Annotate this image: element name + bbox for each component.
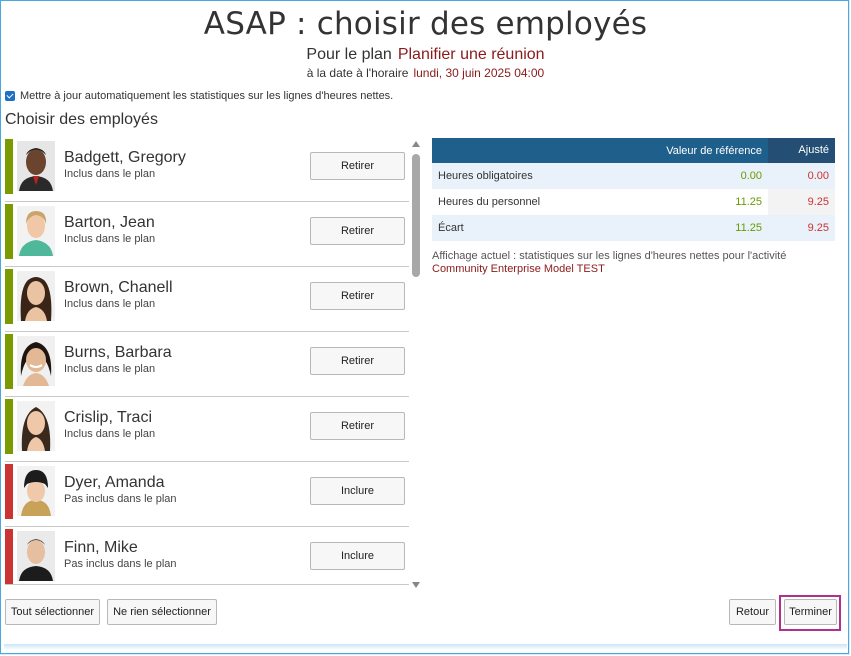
employee-row: Brown, Chanell Inclus dans le plan Retir… [5,267,409,332]
remove-button[interactable]: Retirer [310,282,405,310]
remove-button[interactable]: Retirer [310,152,405,180]
remove-button[interactable]: Retirer [310,412,405,440]
stat-adjusted: 9.25 [768,189,835,215]
list-scrollbar[interactable] [411,141,421,588]
stat-reference: 11.25 [735,196,762,208]
status-indicator [5,399,13,454]
include-button[interactable]: Inclure [310,477,405,505]
employee-row: Dyer, Amanda Pas inclus dans le plan Inc… [5,462,409,527]
employee-name: Barton, Jean [64,214,155,231]
plan-prefix: Pour le plan [306,46,392,63]
bottom-shadow [4,644,847,650]
avatar [17,401,55,451]
plan-line: Pour le plan Planifier une réunion [0,46,851,64]
employee-name: Dyer, Amanda [64,474,165,491]
employee-list: Badgett, Gregory Inclus dans le plan Ret… [5,137,409,585]
stats-row: Écart 11.25 9.25 [432,215,835,241]
select-all-button[interactable]: Tout sélectionner [5,599,100,625]
date-value: lundi, 30 juin 2025 04:00 [413,66,545,80]
stat-adjusted: 0.00 [768,163,835,189]
header-adjusted: Ajusté [768,138,835,163]
remove-button[interactable]: Retirer [310,217,405,245]
include-button[interactable]: Inclure [310,542,405,570]
avatar [17,466,55,516]
statistics-panel: Valeur de référence Ajusté Heures obliga… [432,138,835,276]
employee-status: Inclus dans le plan [64,233,156,245]
avatar [17,206,55,256]
stat-label: Écart [438,222,464,234]
statistics-header: Valeur de référence Ajusté [432,138,835,163]
status-indicator [5,139,13,194]
stat-reference: 11.25 [735,222,762,234]
avatar [17,531,55,581]
plan-name: Planifier une réunion [397,46,545,63]
stat-label: Heures obligatoires [438,170,533,182]
employee-row: Barton, Jean Inclus dans le plan Retirer [5,202,409,267]
status-indicator [5,334,13,389]
finish-highlight [779,595,841,631]
date-line: à la date à l'horaire lundi, 30 juin 2025… [0,66,851,80]
employee-status: Pas inclus dans le plan [64,493,177,505]
scroll-thumb[interactable] [412,154,420,277]
employee-status: Pas inclus dans le plan [64,558,177,570]
auto-update-row: Mettre à jour automatiquement les statis… [5,90,393,102]
employee-name: Crislip, Traci [64,409,153,426]
back-button[interactable]: Retour [729,599,776,625]
header-reference: Valeur de référence [666,144,762,157]
employee-row: Finn, Mike Pas inclus dans le plan Inclu… [5,527,409,584]
section-title: Choisir des employés [5,111,158,128]
employee-status: Inclus dans le plan [64,168,156,180]
employee-name: Burns, Barbara [64,344,172,361]
auto-update-label: Mettre à jour automatiquement les statis… [20,90,394,102]
page-title: ASAP : choisir des employés [203,6,648,42]
employee-name: Finn, Mike [64,539,138,556]
stat-adjusted: 9.25 [768,215,835,241]
employee-name: Badgett, Gregory [64,149,186,166]
stats-row: Heures obligatoires 0.00 0.00 [432,163,835,189]
remove-button[interactable]: Retirer [310,347,405,375]
note-prefix: Affichage actuel : statistiques sur les … [432,250,787,262]
auto-update-checkbox[interactable] [5,91,15,101]
employee-row: Badgett, Gregory Inclus dans le plan Ret… [5,137,409,202]
scroll-down-arrow-icon[interactable] [412,582,420,588]
stat-label: Heures du personnel [438,196,541,208]
scroll-up-arrow-icon[interactable] [412,141,420,147]
employee-name: Brown, Chanell [64,279,173,296]
avatar [17,141,55,191]
avatar [17,271,55,321]
stats-row: Heures du personnel 11.25 9.25 [432,189,835,215]
avatar [17,336,55,386]
statistics-note: Affichage actuel : statistiques sur les … [432,250,835,276]
select-none-button[interactable]: Ne rien sélectionner [107,599,217,625]
stat-reference: 0.00 [740,170,762,182]
date-prefix: à la date à l'horaire [306,66,409,80]
note-activity: Community Enterprise Model TEST [432,263,605,275]
status-indicator [5,464,13,519]
employee-status: Inclus dans le plan [64,428,156,440]
employee-row: Crislip, Traci Inclus dans le plan Retir… [5,397,409,462]
employee-row: Burns, Barbara Inclus dans le plan Retir… [5,332,409,397]
employee-status: Inclus dans le plan [64,363,156,375]
status-indicator [5,204,13,259]
employee-status: Inclus dans le plan [64,298,156,310]
status-indicator [5,269,13,324]
status-indicator [5,529,13,584]
